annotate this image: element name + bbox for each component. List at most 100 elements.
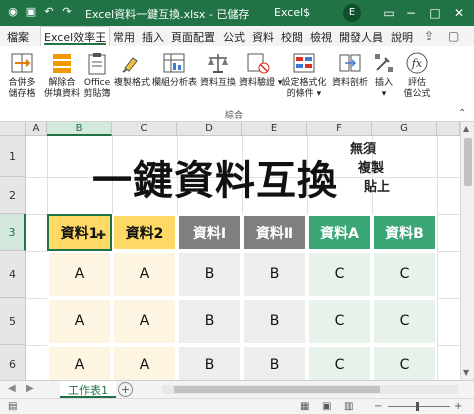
insert-button[interactable]: 插入 ▾ — [370, 50, 398, 108]
data-cell[interactable]: C — [307, 298, 372, 345]
comments-icon[interactable]: ▢ — [448, 29, 459, 43]
format-painter-button[interactable]: 複製格式 — [114, 50, 150, 108]
maximize-icon[interactable]: □ — [424, 2, 446, 24]
avatar[interactable]: E — [343, 4, 361, 22]
data-cell[interactable]: C — [372, 345, 437, 380]
redo-icon[interactable]: ↷ — [60, 5, 74, 19]
minimize-icon[interactable]: − — [400, 2, 422, 24]
ribbon-tabs: 檔案 Excel效率王 常用 插入 頁面配置 公式 資料 校閱 檢視 開發人員 … — [0, 26, 474, 46]
zoom-in-icon[interactable]: + — [454, 401, 462, 412]
tab-home[interactable]: 常用 — [113, 29, 135, 45]
data-validation-label: 資料驗證 ▾ — [239, 78, 283, 88]
column-header-b[interactable]: B — [47, 122, 112, 136]
data-cell[interactable]: B — [242, 251, 307, 298]
ready-status-icon: ▤ — [8, 401, 18, 412]
clipboard-icon — [88, 53, 106, 75]
data-cell[interactable]: C — [372, 251, 437, 298]
add-sheet-icon[interactable]: + — [118, 382, 133, 397]
column-analysis-button[interactable]: 欄組分析表 — [152, 50, 197, 108]
merge-cells-icon — [11, 53, 33, 73]
data-cell[interactable]: A — [112, 298, 177, 345]
worksheet-grid[interactable]: A B C D E F G 1 2 3 4 5 6 一鍵資料互換 無須 複製 貼… — [0, 122, 474, 380]
row-header-3[interactable]: 3 — [0, 214, 26, 251]
vertical-scrollbar[interactable]: ▲ ▼ — [460, 122, 474, 380]
tab-view[interactable]: 檢視 — [310, 29, 332, 45]
column-header-e[interactable]: E — [242, 122, 307, 136]
tab-excel-efficiency[interactable]: Excel效率王 — [40, 26, 111, 46]
sheet-prev-icon[interactable]: ◀ — [8, 383, 16, 394]
horizontal-scroll-thumb[interactable] — [174, 386, 380, 393]
data-cell[interactable]: B — [242, 345, 307, 380]
tab-data[interactable]: 資料 — [252, 29, 274, 45]
row-header-2[interactable]: 2 — [0, 177, 26, 214]
tab-developer[interactable]: 開發人員 — [339, 29, 383, 45]
scroll-up-icon[interactable]: ▲ — [463, 124, 469, 133]
data-validation-button[interactable]: 資料驗證 ▾ — [239, 50, 283, 108]
share-icon[interactable]: ⇪ — [424, 29, 434, 43]
zoom-slider-handle[interactable] — [416, 402, 419, 411]
data-cell[interactable]: A — [112, 251, 177, 298]
text-to-columns-button[interactable]: 資料剖析 — [332, 50, 368, 108]
header-cell[interactable]: 資料2 — [112, 214, 177, 251]
sheet-next-icon[interactable]: ▶ — [26, 383, 34, 394]
window-title: Excel資料一鍵互換.xlsx - 已儲存 — [85, 8, 250, 21]
column-header-h[interactable] — [437, 122, 460, 136]
data-cell[interactable]: A — [47, 345, 112, 380]
tab-page-layout[interactable]: 頁面配置 — [171, 29, 215, 45]
data-cell[interactable]: B — [242, 298, 307, 345]
column-header-d[interactable]: D — [177, 122, 242, 136]
column-header-a[interactable]: A — [26, 122, 47, 136]
row-header-4[interactable]: 4 — [0, 251, 26, 298]
select-all-corner[interactable] — [0, 122, 26, 136]
data-cell[interactable]: A — [47, 251, 112, 298]
data-cell[interactable]: C — [307, 251, 372, 298]
conditional-format-button[interactable]: 設定格式化 的條件 ▾ — [279, 50, 329, 108]
header-cell[interactable]: 資料B — [372, 214, 437, 251]
column-header-f[interactable]: F — [307, 122, 372, 136]
data-cell[interactable]: B — [177, 298, 242, 345]
tab-file[interactable]: 檔案 — [7, 29, 29, 45]
header-cell[interactable]: 資料A — [307, 214, 372, 251]
column-header-c[interactable]: C — [112, 122, 177, 136]
horizontal-scrollbar[interactable] — [162, 385, 458, 394]
data-cell[interactable]: C — [307, 345, 372, 380]
tab-review[interactable]: 校閱 — [281, 29, 303, 45]
autosave-icon[interactable]: ◉ — [6, 5, 20, 19]
column-header-g[interactable]: G — [372, 122, 437, 136]
zoom-slider[interactable] — [388, 406, 450, 407]
undo-icon[interactable]: ↶ — [42, 5, 56, 19]
data-cell[interactable]: A — [112, 345, 177, 380]
user-name[interactable]: Excel$ — [274, 6, 310, 19]
ribbon-display-icon[interactable]: ▭ — [378, 2, 400, 24]
scroll-down-icon[interactable]: ▼ — [463, 368, 469, 377]
data-swap-button[interactable]: 資料互換 — [199, 50, 237, 108]
header-cell[interactable]: 資料Ⅱ — [242, 214, 307, 251]
header-cell[interactable]: 資料Ⅰ — [177, 214, 242, 251]
vertical-scroll-thumb[interactable] — [464, 138, 472, 186]
row-header-5[interactable]: 5 — [0, 298, 26, 345]
row-header-1[interactable]: 1 — [0, 136, 26, 177]
row-header-6[interactable]: 6 — [0, 345, 26, 380]
page-layout-view-icon[interactable]: ▣ — [322, 401, 331, 412]
data-cell[interactable]: B — [177, 251, 242, 298]
collapse-ribbon-icon[interactable]: ⌃ — [458, 108, 466, 119]
save-icon[interactable]: ▣ — [24, 5, 38, 19]
unmerge-fill-button[interactable]: 解除合 併填資料 — [42, 50, 82, 108]
tab-formulas[interactable]: 公式 — [223, 29, 245, 45]
close-icon[interactable]: ✕ — [448, 2, 470, 24]
sheet-tab-active[interactable]: 工作表1 — [60, 381, 116, 398]
data-cell[interactable]: C — [372, 298, 437, 345]
merge-cells-button[interactable]: 合併多 儲存格 — [4, 50, 40, 108]
tab-insert[interactable]: 插入 — [142, 29, 164, 45]
tab-help[interactable]: 說明 — [391, 29, 413, 45]
page-break-view-icon[interactable]: ▥ — [344, 401, 353, 412]
data-cell[interactable]: B — [177, 345, 242, 380]
ribbon-group-general: 合併多 儲存格 解除合 併填資料 Office 剪貼簿 複製格式 欄組分析表 資… — [0, 46, 474, 122]
evaluate-formula-button[interactable]: fx 評估 值公式 — [400, 50, 434, 108]
data-cell[interactable]: A — [47, 298, 112, 345]
sidenote-line: 複製 — [358, 161, 385, 176]
normal-view-icon[interactable]: ▦ — [300, 401, 309, 412]
zoom-out-icon[interactable]: − — [374, 401, 382, 412]
evaluate-formula-icon: fx — [406, 52, 428, 74]
office-clipboard-button[interactable]: Office 剪貼簿 — [82, 50, 112, 108]
